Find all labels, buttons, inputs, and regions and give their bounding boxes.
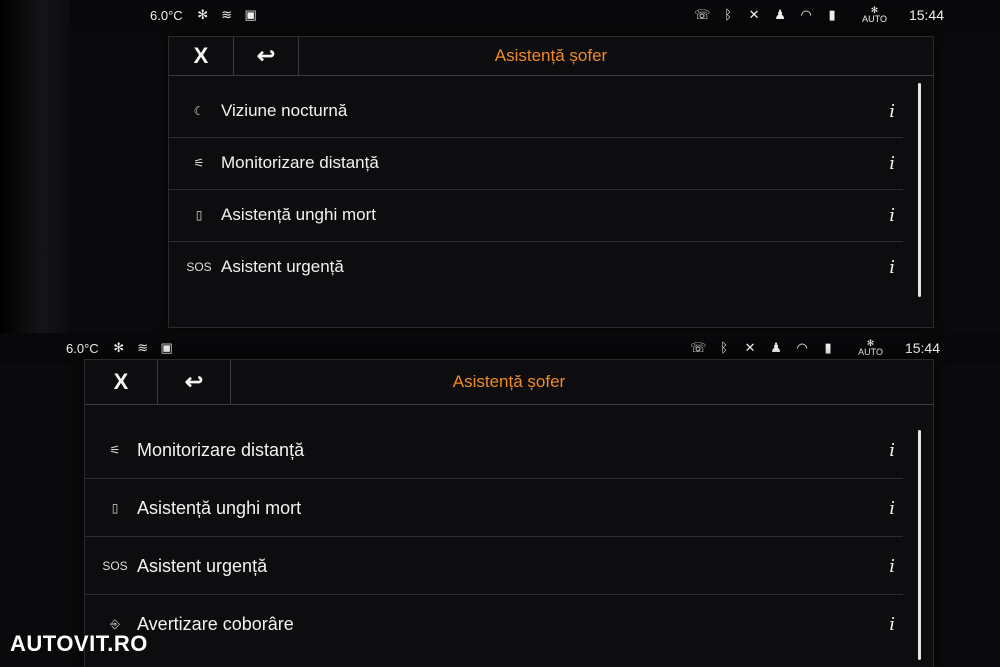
scrollbar[interactable] (918, 83, 921, 297)
mute-icon: ✕ (744, 340, 756, 355)
phone-icon: ☏ (694, 7, 711, 22)
distance-monitor-icon: ⚟ (109, 443, 121, 457)
outside-temperature: 6.0°C (150, 7, 183, 23)
menu-item-label: Monitorizare distanță (137, 439, 305, 460)
scrollbar[interactable] (918, 430, 921, 660)
bluetooth-icon: ᛒ (724, 7, 733, 22)
close-button[interactable]: X (85, 360, 158, 404)
lte-signal-icon: ▮ (824, 340, 832, 355)
info-icon[interactable]: i (889, 556, 895, 577)
menu-item-label: Monitorizare distanță (221, 153, 379, 172)
auto-label: AUTO (858, 347, 883, 357)
top-screen: 6.0°C ✻ ≋ ▣ ☏ ᛒ ✕ ♟ ◠ ▮ ✻ AUTO 15:44 X ↩… (0, 0, 1000, 333)
seat-heating-icon[interactable]: ≋ (219, 7, 235, 23)
distance-monitor-icon: ⚟ (193, 156, 205, 170)
back-button[interactable]: ↩ (234, 37, 299, 75)
info-icon[interactable]: i (889, 153, 895, 174)
driver-assist-window: X ↩ Asistență șofer ☾ Viziune nocturnă i… (168, 36, 934, 328)
info-icon[interactable]: i (889, 257, 895, 278)
mute-icon: ✕ (748, 7, 760, 22)
climate-mode-icon[interactable]: ▣ (243, 7, 259, 23)
fan-icon[interactable]: ✻ (195, 7, 211, 23)
auto-label: AUTO (862, 14, 887, 24)
menu-item-exit-warning[interactable]: ⎆ Avertizare coborâre i (85, 596, 903, 652)
menu-item-distance-monitoring[interactable]: ⚟ Monitorizare distanță i (85, 422, 903, 479)
user-icon: ♟ (774, 7, 786, 22)
user-icon: ♟ (770, 340, 782, 355)
menu-item-label: Avertizare coborâre (137, 613, 294, 634)
menu-item-label: Asistent urgență (137, 555, 268, 576)
menu-item-emergency-assist[interactable]: SOS Asistent urgență i (85, 538, 903, 595)
seat-heating-icon[interactable]: ≋ (135, 340, 151, 356)
back-button[interactable]: ↩ (158, 360, 231, 404)
climate-mode-icon[interactable]: ▣ (159, 340, 175, 356)
menu-item-distance-monitoring[interactable]: ⚟ Monitorizare distanță i (169, 137, 903, 190)
sos-icon: SOS (186, 260, 212, 274)
menu-item-night-vision[interactable]: ☾ Viziune nocturnă i (169, 85, 903, 138)
status-bar: 6.0°C ✻ ≋ ▣ ☏ ᛒ ✕ ♟ ◠ ▮ ✻ AUTO 15:44 (70, 0, 1000, 30)
sos-icon: SOS (102, 559, 128, 573)
night-vision-icon: ☾ (193, 104, 205, 118)
wifi-icon: ◠ (796, 340, 808, 355)
watermark-logo: AUTOVIT.RO (10, 631, 148, 656)
outside-temperature: 6.0°C (66, 340, 99, 356)
info-icon[interactable]: i (889, 498, 895, 519)
bottom-screen: 6.0°C ✻ ≋ ▣ ☏ ᛒ ✕ ♟ ◠ ▮ ✻ AUTO 15:44 X ↩… (0, 333, 1000, 667)
wifi-icon: ◠ (800, 7, 812, 22)
blind-spot-icon: ▯ (111, 501, 119, 515)
screen-bezel (0, 0, 70, 333)
info-icon[interactable]: i (889, 101, 895, 122)
driver-assist-window: X ↩ Asistență șofer ⚟ Monitorizare dista… (84, 359, 934, 667)
fan-icon[interactable]: ✻ (111, 340, 127, 356)
close-button[interactable]: X (169, 37, 234, 75)
clock: 15:44 (904, 340, 940, 356)
info-icon[interactable]: i (889, 440, 895, 461)
menu-item-label: Asistent urgență (221, 257, 344, 276)
menu-item-blind-spot[interactable]: ▯ Asistență unghi mort i (85, 480, 903, 537)
climate-auto[interactable]: ✻ AUTO (862, 6, 887, 24)
bluetooth-icon: ᛒ (720, 340, 729, 355)
lte-signal-icon: ▮ (828, 7, 836, 22)
info-icon[interactable]: i (889, 205, 895, 226)
window-header: X ↩ Asistență șofer (85, 360, 933, 405)
clock: 15:44 (908, 7, 944, 23)
menu-item-blind-spot[interactable]: ▯ Asistență unghi mort i (169, 189, 903, 242)
menu-item-label: Viziune nocturnă (221, 101, 348, 120)
menu-item-label: Asistență unghi mort (137, 497, 302, 518)
menu-item-emergency-assist[interactable]: SOS Asistent urgență i (169, 241, 903, 293)
info-icon[interactable]: i (889, 614, 895, 635)
exit-warning-icon: ⎆ (110, 616, 120, 631)
phone-icon: ☏ (690, 340, 707, 355)
climate-auto[interactable]: ✻ AUTO (858, 339, 883, 357)
blind-spot-icon: ▯ (195, 208, 203, 222)
menu-item-label: Asistență unghi mort (221, 205, 376, 224)
window-header: X ↩ Asistență șofer (169, 37, 933, 76)
